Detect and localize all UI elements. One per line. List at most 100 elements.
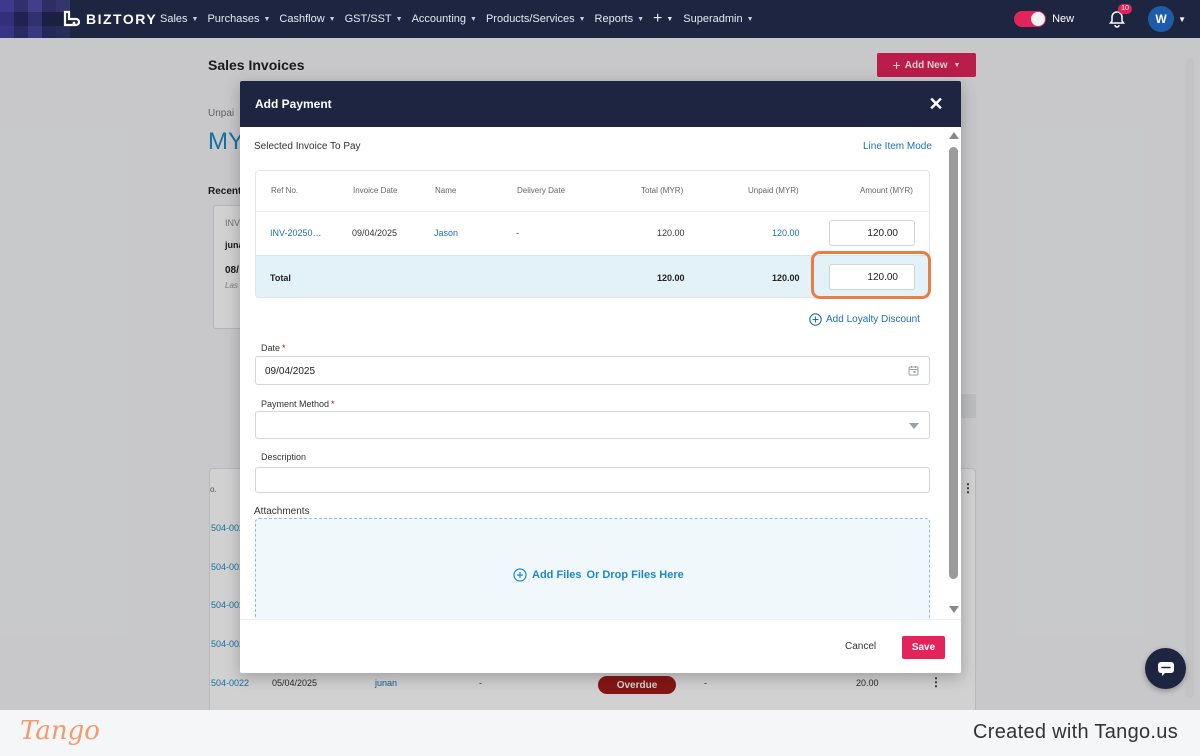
modal-header: Add Payment ✕ xyxy=(240,81,961,127)
cancel-button[interactable]: Cancel xyxy=(845,641,876,652)
date-label: Date * xyxy=(261,343,286,353)
chevron-down-icon: ▼ xyxy=(666,15,674,23)
menu-cashflow[interactable]: Cashflow ▼ xyxy=(279,13,335,25)
modal-scrollbar[interactable] xyxy=(947,127,961,619)
grand-unpaid: 120.00 xyxy=(772,273,800,283)
save-button[interactable]: Save xyxy=(902,636,945,659)
invoice-total: 120.00 xyxy=(657,228,685,238)
main-menu: Sales ▼ Purchases ▼ Cashflow ▼ GST/SST ▼ Acc… xyxy=(160,0,763,38)
menu-sales-label: Sales xyxy=(160,13,188,25)
date-label-text: Date xyxy=(261,343,281,353)
selected-invoice-label: Selected Invoice To Pay xyxy=(254,141,361,152)
modal-footer: Cancel Save xyxy=(240,619,961,673)
col-name: Name xyxy=(435,186,457,195)
chevron-down-icon: ▼ xyxy=(470,15,477,23)
menu-superadmin[interactable]: Superadmin ▼ xyxy=(683,13,753,25)
invoice-date: 09/04/2025 xyxy=(352,228,398,238)
close-icon[interactable]: ✕ xyxy=(927,94,945,114)
menu-purchases[interactable]: Purchases ▼ xyxy=(207,13,270,25)
chevron-down-icon: ▼ xyxy=(578,15,586,23)
brand[interactable]: BIZTORY xyxy=(0,0,160,38)
calendar-icon[interactable] xyxy=(908,365,919,376)
add-files-label: Add Files xyxy=(532,569,582,581)
chevron-down-icon: ▼ xyxy=(395,15,403,23)
page-scrollbar[interactable] xyxy=(1186,58,1194,698)
col-ref-no: Ref No. xyxy=(271,186,299,195)
col-delivery-date: Delivery Date xyxy=(517,186,566,195)
menu-accounting-label: Accounting xyxy=(411,13,467,25)
tango-footer: Tango Created with Tango.us xyxy=(0,710,1200,756)
required-mark: * xyxy=(282,343,286,353)
menu-products-services-label: Products/Services xyxy=(485,13,575,25)
top-navigation-bar: BIZTORY Sales ▼ Purchases ▼ Cashflow ▼ GST/… xyxy=(0,0,1200,38)
menu-gst-sst-label: GST/SST xyxy=(344,13,392,25)
add-files-button[interactable]: Add Files Or Drop Files Here xyxy=(513,568,684,582)
scroll-thumb[interactable] xyxy=(949,147,958,579)
add-loyalty-discount-button[interactable]: Add Loyalty Discount xyxy=(809,313,920,326)
brand-name: BIZTORY xyxy=(86,11,158,27)
menu-gst-sst[interactable]: GST/SST ▼ xyxy=(345,13,403,25)
description-input[interactable] xyxy=(255,467,930,493)
date-value: 09/04/2025 xyxy=(265,366,316,377)
chevron-down-icon: ▼ xyxy=(746,15,754,23)
modal-body: Selected Invoice To Pay Line Item Mode R… xyxy=(240,127,961,619)
payment-method-label-text: Payment Method xyxy=(261,399,330,409)
line-item-mode-link[interactable]: Line Item Mode xyxy=(863,141,932,152)
add-loyalty-discount-label: Add Loyalty Discount xyxy=(826,314,920,325)
plus-circle-icon xyxy=(513,568,527,582)
menu-products-services[interactable]: Products/Services ▼ xyxy=(486,13,586,25)
tango-credit: Created with Tango.us xyxy=(973,721,1178,743)
col-invoice-date: Invoice Date xyxy=(353,186,398,195)
menu-purchases-label: Purchases xyxy=(207,13,260,25)
chevron-down-icon: ▼ xyxy=(191,15,199,23)
chat-support-button[interactable] xyxy=(1145,648,1186,689)
payment-amount-input[interactable] xyxy=(829,220,915,246)
menu-sales[interactable]: Sales ▼ xyxy=(160,13,198,25)
quick-add-menu[interactable]: + ▼ xyxy=(653,10,673,28)
chevron-down-icon: ▼ xyxy=(328,15,336,23)
file-dropzone[interactable]: Add Files Or Drop Files Here xyxy=(255,518,930,619)
chevron-down-icon[interactable]: ▼ xyxy=(1178,15,1186,24)
brand-pixel-pattern xyxy=(0,0,70,38)
plus-circle-icon xyxy=(809,313,822,326)
required-mark: * xyxy=(331,399,335,409)
new-ui-toggle-label: New xyxy=(1052,13,1075,25)
plus-icon: + xyxy=(653,10,663,27)
new-ui-toggle[interactable] xyxy=(1014,11,1047,27)
scroll-down-arrow-icon[interactable] xyxy=(949,606,959,613)
notifications-button[interactable]: 10 xyxy=(1108,4,1132,28)
menu-accounting[interactable]: Accounting ▼ xyxy=(412,13,477,25)
invoice-unpaid: 120.00 xyxy=(772,228,800,238)
delivery-date: - xyxy=(516,228,519,238)
description-label: Description xyxy=(261,452,307,462)
highlight-annotation xyxy=(811,251,931,299)
menu-superadmin-label: Superadmin xyxy=(683,13,743,25)
biztory-logo-icon xyxy=(63,10,80,27)
table-row: INV-20250… 09/04/2025 Jason - 120.00 120… xyxy=(256,211,929,255)
nav-right-controls: New 10 W ▼ xyxy=(1014,0,1186,38)
menu-cashflow-label: Cashflow xyxy=(279,13,325,25)
notification-count-badge: 10 xyxy=(1118,4,1132,14)
total-label: Total xyxy=(270,273,291,283)
payment-method-select[interactable] xyxy=(255,411,930,439)
chat-icon xyxy=(1157,661,1174,676)
col-amount: Amount (MYR) xyxy=(860,186,913,195)
invoice-ref-link[interactable]: INV-20250… xyxy=(270,228,322,238)
chevron-down-icon xyxy=(909,423,919,429)
user-avatar[interactable]: W xyxy=(1148,6,1175,32)
drop-files-label: Or Drop Files Here xyxy=(586,569,684,581)
scroll-up-arrow-icon[interactable] xyxy=(949,132,959,139)
menu-reports[interactable]: Reports ▼ xyxy=(595,13,644,25)
customer-name-link[interactable]: Jason xyxy=(434,228,458,238)
grand-total: 120.00 xyxy=(657,273,685,283)
col-unpaid: Unpaid (MYR) xyxy=(748,186,799,195)
attachments-label: Attachments xyxy=(254,506,310,517)
chevron-down-icon: ▼ xyxy=(637,15,645,23)
tango-logo: Tango xyxy=(20,716,100,746)
date-field[interactable]: 09/04/2025 xyxy=(255,356,930,385)
payment-method-label: Payment Method * xyxy=(261,399,335,409)
modal-title: Add Payment xyxy=(255,97,332,111)
menu-reports-label: Reports xyxy=(594,13,634,25)
add-payment-modal: Add Payment ✕ Selected Invoice To Pay Li… xyxy=(240,81,961,673)
table-header-row: Ref No. Invoice Date Name Delivery Date … xyxy=(256,171,929,211)
